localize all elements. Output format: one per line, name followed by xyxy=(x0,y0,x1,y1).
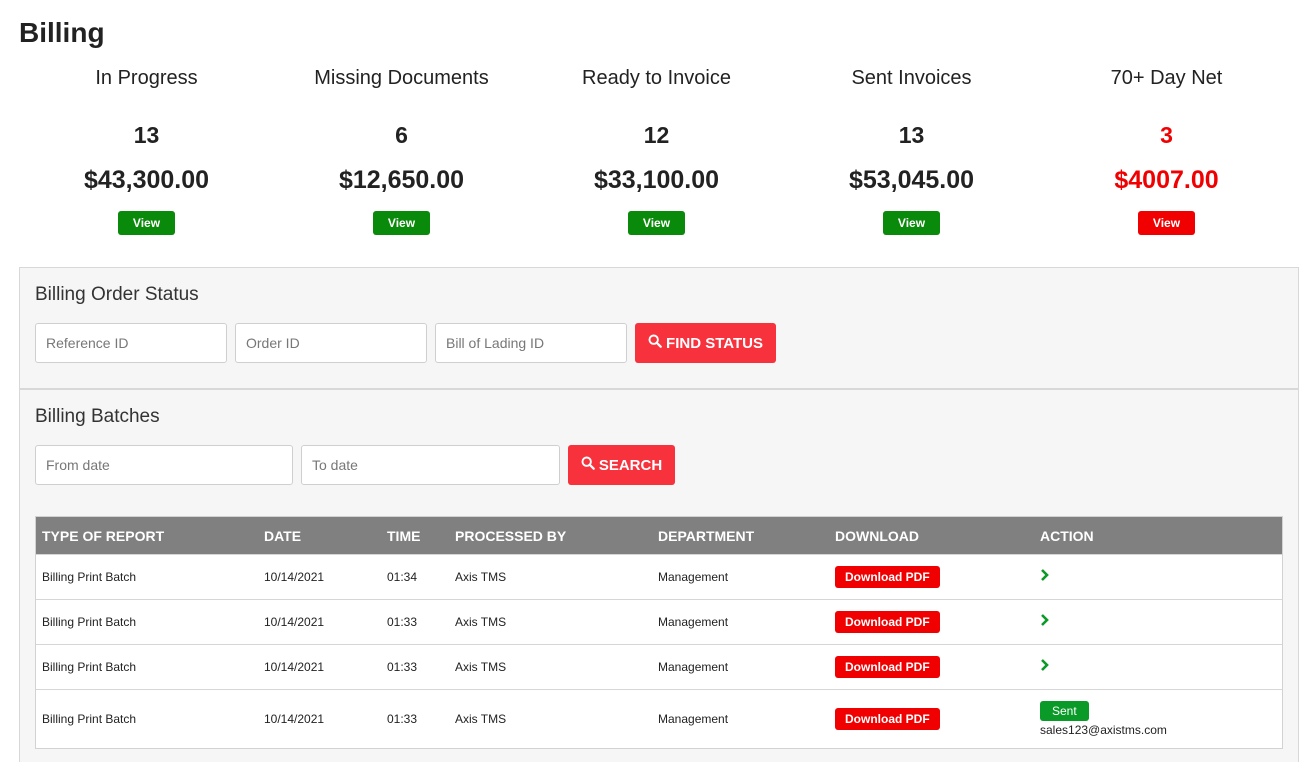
date-cell: 10/14/2021 xyxy=(264,712,325,726)
billing-batches-panel: Billing Batches SEARCH TYPE OF REPORT DA… xyxy=(19,389,1299,762)
action-cell xyxy=(1034,659,1282,675)
search-icon xyxy=(581,456,595,474)
time-cell: 01:33 xyxy=(387,660,418,674)
chevron-right-icon[interactable] xyxy=(1040,614,1050,630)
view-button-in-progress[interactable]: View xyxy=(118,211,175,235)
column-header: PROCESSED BY xyxy=(455,527,567,544)
summary-card-sent-invoices: Sent Invoices 13 $53,045.00 View xyxy=(784,64,1039,244)
download-cell: Download PDF xyxy=(829,708,1034,730)
date-cell: 10/14/2021 xyxy=(264,615,325,629)
processed-by-cell: Axis TMS xyxy=(455,570,507,584)
summary-card-70-day-net: 70+ Day Net 3 $4007.00 View xyxy=(1039,64,1294,244)
table-row: Billing Print Batch 10/14/2021 01:33 Axi… xyxy=(36,644,1282,689)
sent-email: sales123@axistms.com xyxy=(1040,723,1167,737)
panel-title: Billing Batches xyxy=(35,406,160,427)
view-button-70-day-net[interactable]: View xyxy=(1138,211,1195,235)
card-label: Missing Documents xyxy=(314,67,489,89)
search-label: SEARCH xyxy=(598,456,663,474)
column-header: ACTION xyxy=(1040,527,1094,544)
column-header: TYPE OF REPORT xyxy=(42,527,165,544)
card-amount: $12,650.00 xyxy=(338,166,465,194)
action-cell xyxy=(1034,569,1282,585)
column-header: DOWNLOAD xyxy=(835,527,919,544)
card-label: Sent Invoices xyxy=(851,67,972,89)
billing-order-status-panel: Billing Order Status FIND STATUS xyxy=(19,267,1299,389)
summary-card-ready-to-invoice: Ready to Invoice 12 $33,100.00 View xyxy=(529,64,784,244)
department-cell: Management xyxy=(658,712,729,726)
chevron-right-icon[interactable] xyxy=(1040,659,1050,675)
download-cell: Download PDF xyxy=(829,611,1034,633)
card-count: 13 xyxy=(898,122,925,148)
download-pdf-button[interactable]: Download PDF xyxy=(835,611,940,633)
chevron-right-icon[interactable] xyxy=(1040,569,1050,585)
card-count: 13 xyxy=(133,122,160,148)
time-cell: 01:33 xyxy=(387,712,418,726)
card-label: In Progress xyxy=(95,67,198,89)
bill-of-lading-id-input[interactable] xyxy=(435,323,627,363)
view-button-missing-documents[interactable]: View xyxy=(373,211,430,235)
table-row: Billing Print Batch 10/14/2021 01:33 Axi… xyxy=(36,599,1282,644)
panel-title: Billing Order Status xyxy=(35,284,199,305)
column-header: DEPARTMENT xyxy=(658,527,755,544)
department-cell: Management xyxy=(658,570,729,584)
processed-by-cell: Axis TMS xyxy=(455,660,507,674)
processed-by-cell: Axis TMS xyxy=(455,615,507,629)
card-count: 3 xyxy=(1160,122,1173,148)
column-header: TIME xyxy=(387,527,421,544)
action-cell: Sent sales123@axistms.com xyxy=(1034,701,1282,737)
download-cell: Download PDF xyxy=(829,566,1034,588)
reference-id-input[interactable] xyxy=(35,323,227,363)
column-header: DATE xyxy=(264,527,302,544)
type-cell: Billing Print Batch xyxy=(42,712,137,726)
card-label: Ready to Invoice xyxy=(582,67,731,89)
summary-card-in-progress: In Progress 13 $43,300.00 View xyxy=(19,64,274,244)
search-icon xyxy=(648,334,662,352)
to-date-input[interactable] xyxy=(301,445,560,485)
table-row: Billing Print Batch 10/14/2021 01:34 Axi… xyxy=(36,554,1282,599)
download-pdf-button[interactable]: Download PDF xyxy=(835,708,940,730)
view-button-ready-to-invoice[interactable]: View xyxy=(628,211,685,235)
department-cell: Management xyxy=(658,660,729,674)
download-pdf-button[interactable]: Download PDF xyxy=(835,656,940,678)
type-cell: Billing Print Batch xyxy=(42,570,137,584)
date-cell: 10/14/2021 xyxy=(264,570,325,584)
time-cell: 01:33 xyxy=(387,615,418,629)
table-header: TYPE OF REPORT DATE TIME PROCESSED BY DE… xyxy=(36,517,1282,554)
find-status-button[interactable]: FIND STATUS xyxy=(635,323,776,363)
sent-status-badge: Sent xyxy=(1040,701,1089,721)
page-title: Billing xyxy=(19,17,105,48)
card-amount: $53,045.00 xyxy=(848,166,975,194)
type-cell: Billing Print Batch xyxy=(42,660,137,674)
card-amount: $4007.00 xyxy=(1114,166,1219,194)
summary-card-missing-documents: Missing Documents 6 $12,650.00 View xyxy=(274,64,529,244)
order-id-input[interactable] xyxy=(235,323,427,363)
card-count: 6 xyxy=(395,122,408,148)
card-count: 12 xyxy=(643,122,670,148)
time-cell: 01:34 xyxy=(387,570,418,584)
view-button-sent-invoices[interactable]: View xyxy=(883,211,940,235)
department-cell: Management xyxy=(658,615,729,629)
download-cell: Download PDF xyxy=(829,656,1034,678)
type-cell: Billing Print Batch xyxy=(42,615,137,629)
action-cell xyxy=(1034,614,1282,630)
search-button[interactable]: SEARCH xyxy=(568,445,675,485)
find-status-label: FIND STATUS xyxy=(666,334,763,352)
from-date-input[interactable] xyxy=(35,445,293,485)
billing-batches-table: TYPE OF REPORT DATE TIME PROCESSED BY DE… xyxy=(35,516,1283,749)
processed-by-cell: Axis TMS xyxy=(455,712,507,726)
card-amount: $33,100.00 xyxy=(593,166,720,194)
card-amount: $43,300.00 xyxy=(83,166,210,194)
card-label: 70+ Day Net xyxy=(1110,67,1223,89)
download-pdf-button[interactable]: Download PDF xyxy=(835,566,940,588)
billing-summary: In Progress 13 $43,300.00 View Missing D… xyxy=(19,64,1294,244)
table-row: Billing Print Batch 10/14/2021 01:33 Axi… xyxy=(36,689,1282,748)
date-cell: 10/14/2021 xyxy=(264,660,325,674)
